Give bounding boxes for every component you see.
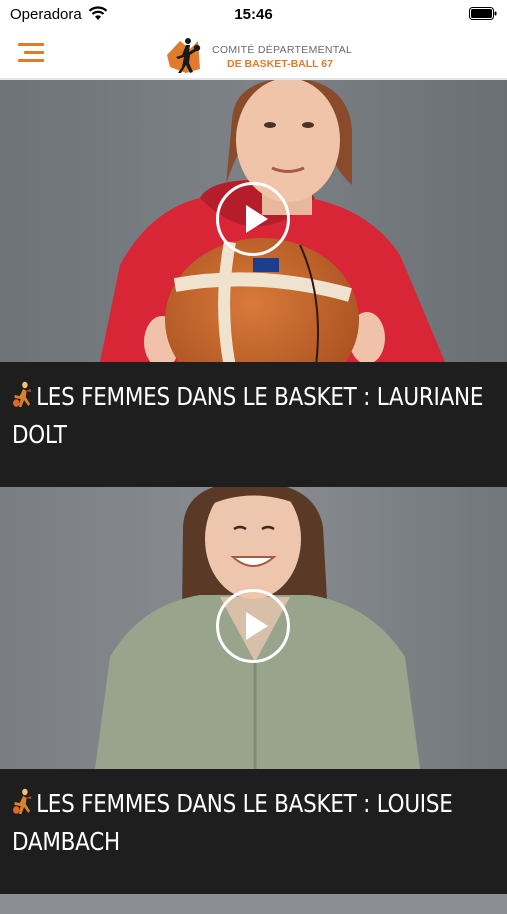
app-header: COMITÉ DÉPARTEMENTAL DE BASKET-BALL 67: [0, 30, 507, 80]
basketball-logo-icon[interactable]: [164, 35, 204, 75]
brand-title: COMITÉ DÉPARTEMENTAL DE BASKET-BALL 67: [212, 44, 353, 70]
play-button[interactable]: [216, 182, 290, 256]
article-card[interactable]: LES FEMMES DANS LE BASKET : LAURIANE DOL…: [0, 80, 507, 487]
video-thumbnail[interactable]: [0, 487, 507, 769]
brand-line-1: COMITÉ DÉPARTEMENTAL: [212, 44, 353, 56]
article-caption[interactable]: LES FEMMES DANS LE BASKET : LOUISE DAMBA…: [0, 769, 507, 894]
next-article-thumbnail[interactable]: [0, 894, 507, 914]
article-feed: LES FEMMES DANS LE BASKET : LAURIANE DOL…: [0, 80, 507, 914]
play-icon: [246, 612, 268, 640]
article-card[interactable]: LES FEMMES DANS LE BASKET : LOUISE DAMBA…: [0, 487, 507, 894]
play-icon: [246, 205, 268, 233]
video-thumbnail[interactable]: [0, 80, 507, 362]
status-bar: Operadora 15:46: [0, 0, 507, 30]
battery-icon: [469, 7, 497, 20]
article-title: LES FEMMES DANS LE BASKET : LAURIANE DOL…: [12, 382, 484, 449]
basketball-player-icon: [13, 381, 31, 407]
hamburger-menu-icon[interactable]: [18, 41, 48, 65]
clock: 15:46: [234, 6, 273, 23]
play-button[interactable]: [216, 589, 290, 663]
article-title: LES FEMMES DANS LE BASKET : LOUISE DAMBA…: [12, 789, 453, 856]
brand-line-2: DE BASKET-BALL 67: [227, 58, 333, 70]
basketball-player-icon: [13, 788, 31, 814]
article-caption[interactable]: LES FEMMES DANS LE BASKET : LAURIANE DOL…: [0, 362, 507, 487]
